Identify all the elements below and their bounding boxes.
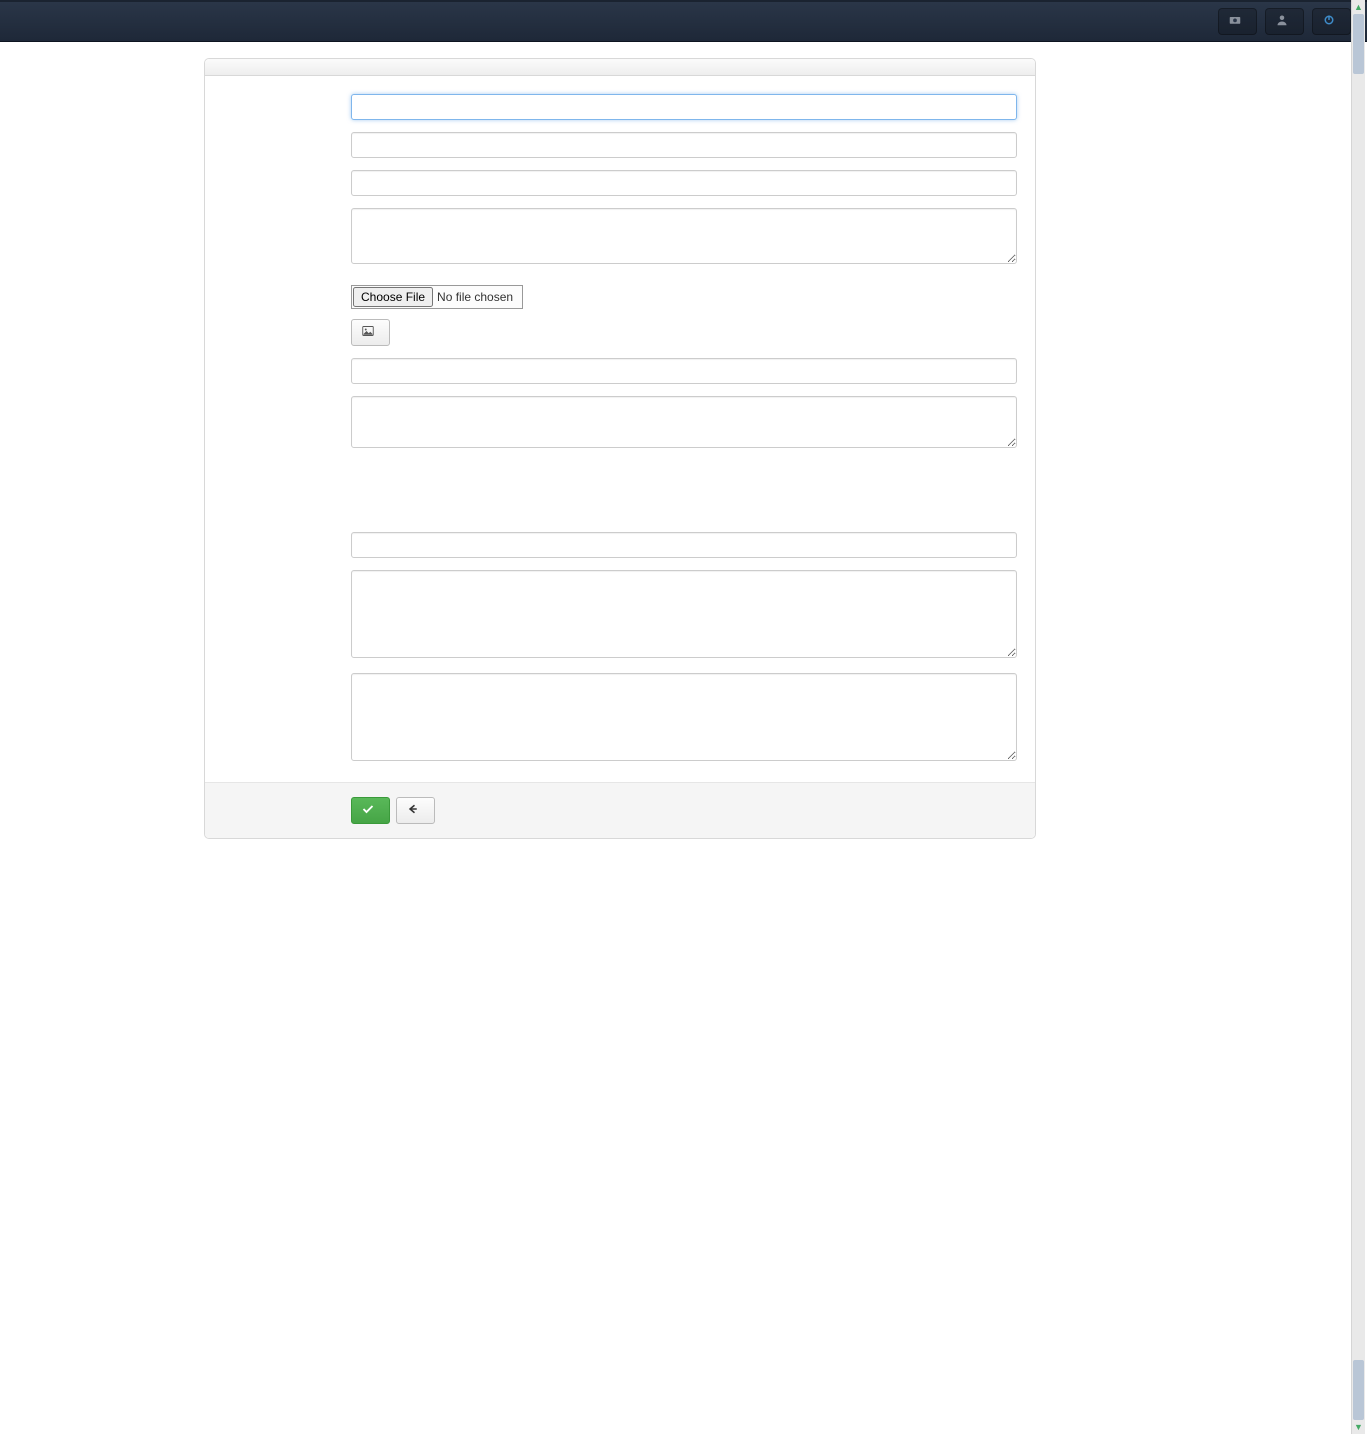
header-file-input[interactable] [351,285,523,309]
topbar [0,0,1367,42]
meta-tags-label [223,358,351,384]
gagal-textarea[interactable] [351,673,1017,761]
status-label [223,492,351,497]
form-actions [205,782,1035,838]
facebook-label [223,532,351,558]
config-panel [204,58,1036,839]
email-input[interactable] [351,170,1017,196]
scroll-thumb-bottom[interactable] [1353,1360,1364,1420]
power-icon [1323,14,1335,29]
picture-icon [362,325,374,340]
sidebar [16,58,188,839]
meta-desc-label [223,396,351,451]
nama-sekolah-input[interactable] [351,94,1017,120]
camera-icon [1229,14,1241,29]
gagal-label [223,673,351,764]
topbar-actions [1218,8,1351,35]
komentar-label [223,469,351,474]
meta-desc-textarea[interactable] [351,396,1017,448]
scroll-up-icon[interactable]: ▲ [1352,0,1365,14]
sukses-label [223,570,351,661]
user-button[interactable] [1265,8,1304,35]
main [204,58,1036,839]
arrow-left-icon [407,803,419,818]
nama-sekolah-label [223,94,351,120]
save-button[interactable] [351,797,390,824]
sukses-textarea[interactable] [351,570,1017,658]
scroll-thumb[interactable] [1353,14,1364,74]
cancel-button[interactable] [396,797,435,824]
akreditasi-label [223,132,351,158]
akreditasi-input[interactable] [351,132,1017,158]
lihat-gambar-button[interactable] [351,319,390,346]
meta-tags-input[interactable] [351,358,1017,384]
alamat-label [223,208,351,267]
scrollbar[interactable]: ▲ ▼ [1351,0,1365,1434]
panel-title [205,59,1035,76]
email-label [223,170,351,196]
user-icon [1276,14,1288,29]
theme-label [223,515,351,520]
check-icon [362,803,374,818]
header-website-label [223,285,351,346]
alamat-textarea[interactable] [351,208,1017,264]
scroll-down-icon[interactable]: ▼ [1352,1420,1365,1434]
logout-button[interactable] [1312,8,1351,35]
facebook-input[interactable] [351,532,1017,558]
inbox-button[interactable] [1218,8,1257,35]
